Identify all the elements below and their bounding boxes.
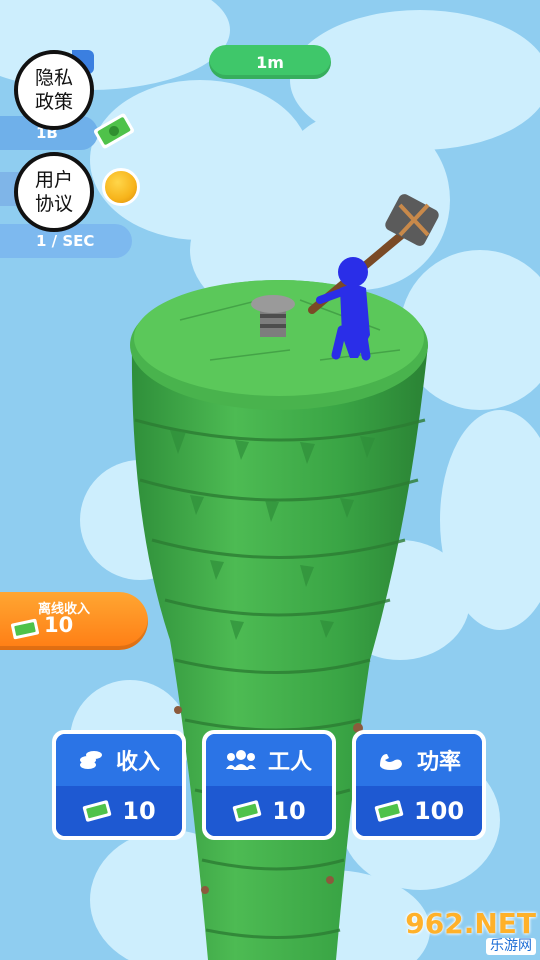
upgrade-power-cost: 100 xyxy=(413,797,465,825)
coins-icon xyxy=(79,751,102,769)
upgrade-power-card[interactable]: 功率 100 xyxy=(352,730,486,840)
cash-icon xyxy=(374,800,404,822)
upgrade-workers-cost: 10 xyxy=(272,797,306,825)
watermark-logo: 962.NET 乐游网 xyxy=(398,908,536,956)
upgrade-income-cost: 10 xyxy=(122,797,156,825)
coin-icon xyxy=(102,168,140,206)
cash-icon xyxy=(83,800,112,822)
income-rate-value: 1 / SEC xyxy=(36,232,95,250)
upgrade-workers-label: 工人 xyxy=(267,750,312,775)
upgrade-income-card[interactable]: 收入 10 xyxy=(52,730,186,840)
user-agreement-button[interactable]: 用户 协议 xyxy=(14,152,94,232)
offline-income-value: 10 xyxy=(44,613,74,637)
upgrade-power-label: 功率 xyxy=(416,750,461,775)
muscle-icon xyxy=(379,754,402,770)
privacy-policy-button[interactable]: 隐私 政策 xyxy=(14,50,94,130)
cash-icon xyxy=(10,618,40,640)
cash-icon xyxy=(94,113,134,149)
offline-income-button[interactable]: 离线收入 10 xyxy=(0,592,148,650)
watermark-top: 962.NET xyxy=(405,906,536,940)
upgrade-income-label: 收入 xyxy=(115,750,160,775)
cash-icon xyxy=(233,800,262,822)
watermark-bottom: 乐游网 xyxy=(486,937,536,955)
distance-indicator: 1m xyxy=(209,45,331,79)
workers-icon xyxy=(225,750,256,770)
upgrade-workers-card[interactable]: 工人 10 xyxy=(202,730,336,840)
